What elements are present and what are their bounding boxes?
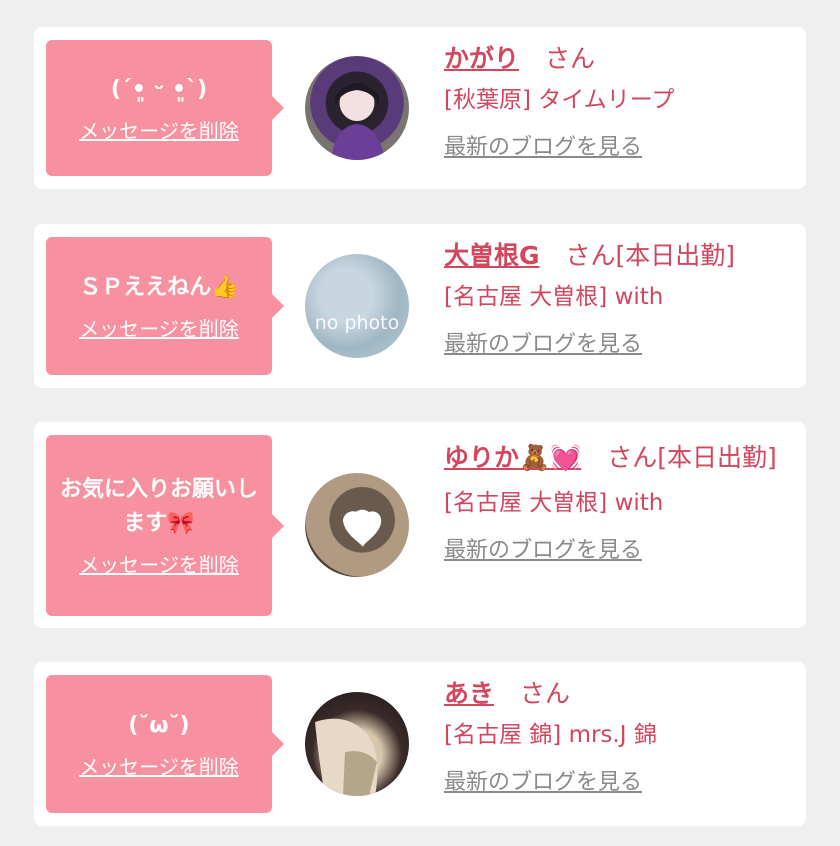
latest-blog-link[interactable]: 最新のブログを見る — [444, 330, 786, 360]
message-text: (˘ω˘) — [128, 712, 190, 738]
cast-name-line: かがり さん — [444, 41, 786, 77]
cast-name-line: ゆりか🧸💓 さん[本日出勤] — [444, 436, 786, 480]
honorific: さん — [519, 679, 570, 708]
message-card: (ˊ•͈ ᵕ •͈ˋ) メッセージを削除 かがり さん [秋葉原] タイムリープ… — [34, 27, 806, 189]
avatar[interactable] — [305, 56, 409, 160]
cast-name-link[interactable]: 大曽根G — [444, 241, 540, 270]
message-bubble: (ˊ•͈ ᵕ •͈ˋ) メッセージを削除 — [46, 40, 284, 176]
delete-message-link[interactable]: メッセージを削除 — [79, 115, 239, 144]
cast-name-line: あき さん — [444, 676, 786, 712]
message-text: ＳＰええねん👍 — [79, 274, 239, 300]
cast-info: あき さん [名古屋 錦] mrs.J 錦 最新のブログを見る — [444, 676, 786, 798]
latest-blog-link[interactable]: 最新のブログを見る — [444, 536, 786, 566]
cast-name-link[interactable]: かがり — [444, 44, 519, 73]
delete-message-link[interactable]: メッセージを削除 — [79, 751, 239, 780]
message-text: (ˊ•͈ ᵕ •͈ˋ) — [110, 76, 208, 102]
work-status: [本日出勤] — [615, 241, 736, 270]
message-card: お気に入りお願いします🎀 メッセージを削除 ゆりか🧸💓 さん[本日出勤] [名古… — [34, 422, 806, 628]
honorific: さん — [607, 443, 658, 472]
honorific: さん — [565, 241, 616, 270]
cast-info: ゆりか🧸💓 さん[本日出勤] [名古屋 大曽根] with 最新のブログを見る — [444, 436, 786, 566]
photo-avatar-icon — [315, 718, 378, 796]
message-bubble: ＳＰええねん👍 メッセージを削除 — [46, 237, 284, 375]
latest-blog-link[interactable]: 最新のブログを見る — [444, 768, 786, 798]
message-card: ＳＰええねん👍 メッセージを削除 no photo 大曽根G さん[本日出勤] … — [34, 224, 806, 388]
shop-location: [名古屋 錦] mrs.J 錦 — [444, 722, 657, 748]
work-status: [本日出勤] — [657, 443, 777, 472]
avatar[interactable] — [305, 473, 409, 577]
avatar[interactable]: no photo — [305, 254, 409, 358]
shop-location: [名古屋 大曽根] with — [444, 490, 664, 516]
message-bubble: お気に入りお願いします🎀 メッセージを削除 — [46, 435, 284, 616]
delete-message-link[interactable]: メッセージを削除 — [79, 313, 239, 342]
shop-location: [名古屋 大曽根] with — [444, 284, 664, 310]
latest-blog-link[interactable]: 最新のブログを見る — [444, 133, 786, 163]
honorific: さん — [544, 44, 595, 73]
photo-avatar-icon — [343, 511, 382, 547]
avatar[interactable] — [305, 692, 409, 796]
message-text: お気に入りお願いします🎀 — [60, 477, 259, 536]
cast-name-link[interactable]: あき — [444, 679, 494, 708]
no-photo-avatar-icon: no photo — [314, 312, 400, 334]
message-card: (˘ω˘) メッセージを削除 あき さん [名古屋 錦] mrs.J 錦 最新の… — [34, 662, 806, 826]
shop-location: [秋葉原] タイムリープ — [444, 87, 675, 113]
delete-message-link[interactable]: メッセージを削除 — [79, 549, 239, 578]
cast-info: 大曽根G さん[本日出勤] [名古屋 大曽根] with 最新のブログを見る — [444, 238, 786, 360]
message-bubble: (˘ω˘) メッセージを削除 — [46, 675, 284, 813]
cast-name-link[interactable]: ゆりか🧸💓 — [444, 443, 581, 472]
cast-name-line: 大曽根G さん[本日出勤] — [444, 238, 786, 274]
photo-avatar-icon — [331, 83, 385, 160]
cast-info: かがり さん [秋葉原] タイムリープ 最新のブログを見る — [444, 41, 786, 163]
